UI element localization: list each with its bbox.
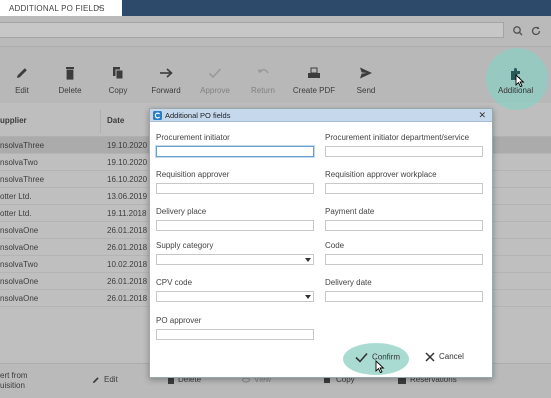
procurement-initiator-department-input[interactable] [325,146,483,157]
field-requisition-approver-workplace: Requisition approver workplace [325,170,483,194]
requisition-approver-workplace-input[interactable] [325,183,483,194]
field-cpv-code: CPV code [156,278,314,302]
dialog-title: Additional PO fields [165,111,231,120]
field-procurement-initiator-department: Procurement initiator department/service [325,133,483,157]
check-icon [355,352,368,363]
tab-close-icon[interactable]: × [97,3,102,12]
field-label: Requisition approver [156,170,230,179]
top-bar: ADDITIONAL PO FIELDS × [0,0,551,16]
field-label: Procurement initiator department/service [325,133,470,142]
field-procurement-initiator: Procurement initiator [156,133,314,157]
field-label: CPV code [156,278,193,287]
field-code: Code [325,241,483,265]
field-po-approver: PO approver [156,316,314,340]
requisition-approver-input[interactable] [156,183,314,194]
field-label: Delivery date [325,278,372,287]
additional-po-fields-dialog: Additional PO fields ✕ Procurement initi… [149,108,493,378]
dropdown-arrow-icon[interactable] [305,295,311,299]
field-supply-category: Supply category [156,241,314,265]
delivery-date-input[interactable] [325,291,483,302]
delivery-place-input[interactable] [156,220,314,231]
close-icon [425,352,435,362]
field-requisition-approver: Requisition approver [156,170,314,194]
app-logo-icon [153,111,162,120]
po-approver-input[interactable] [156,329,314,340]
field-label: Delivery place [156,207,207,216]
field-delivery-place: Delivery place [156,207,314,231]
cancel-button[interactable]: Cancel [425,352,464,362]
mouse-pointer-icon [515,74,525,88]
tab-title: ADDITIONAL PO FIELDS [9,4,105,13]
cpv-code-value[interactable] [156,291,314,302]
field-label: Supply category [156,241,214,250]
mouse-pointer-icon [375,360,385,374]
field-payment-date: Payment date [325,207,483,231]
field-delivery-date: Delivery date [325,278,483,302]
procurement-initiator-input[interactable] [156,146,314,157]
code-input[interactable] [325,254,483,265]
supply-category-value[interactable] [156,254,314,265]
supply-category-select[interactable] [156,254,314,265]
dialog-close-icon[interactable]: ✕ [478,110,486,121]
field-label: Procurement initiator [156,133,230,142]
dropdown-arrow-icon[interactable] [305,258,311,262]
tab-additional-po-fields[interactable]: ADDITIONAL PO FIELDS × [0,0,122,16]
dialog-title-bar[interactable]: Additional PO fields ✕ [150,109,492,122]
cancel-label: Cancel [439,352,464,362]
payment-date-input[interactable] [325,220,483,231]
field-label: Payment date [325,207,375,216]
cpv-code-select[interactable] [156,291,314,302]
field-label: PO approver [156,316,202,325]
field-label: Code [325,241,345,250]
field-label: Requisition approver workplace [325,170,437,179]
